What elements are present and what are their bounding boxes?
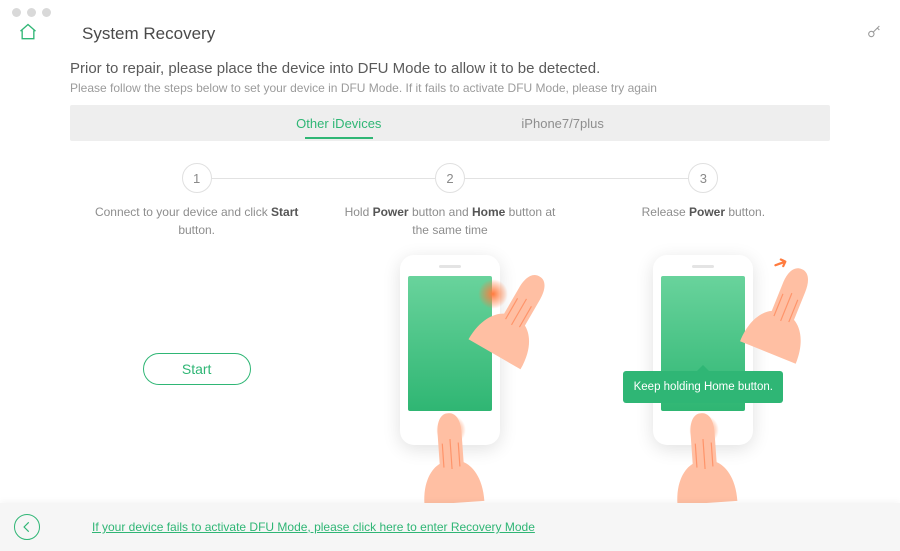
step-connector [212, 178, 435, 179]
back-button[interactable] [14, 514, 40, 540]
step-header-row: 1 Connect to your device and click Start… [70, 163, 830, 239]
sub-heading: Please follow the steps below to set you… [70, 81, 830, 95]
step-text-fragment: button. [178, 223, 215, 237]
illustration-step2 [360, 253, 540, 485]
step-text-fragment: Release [642, 205, 689, 219]
step-text-fragment: button. [725, 205, 765, 219]
step-text-fragment: button and [409, 205, 472, 219]
step-text-bold: Start [271, 205, 298, 219]
step-text-fragment: Connect to your device and click [95, 205, 271, 219]
step-text-bold: Power [373, 205, 409, 219]
step-text-1: Connect to your device and click Start b… [70, 203, 323, 239]
step-text-bold: Home [472, 205, 505, 219]
main-heading: Prior to repair, please place the device… [70, 60, 830, 77]
tab-iphone7[interactable]: iPhone7/7plus [521, 116, 603, 131]
footer: If your device fails to activate DFU Mod… [0, 503, 900, 551]
window-titlebar [0, 0, 900, 14]
topbar: System Recovery [0, 14, 900, 54]
step-circle-1: 1 [182, 163, 212, 193]
key-icon[interactable] [866, 24, 882, 45]
start-button[interactable]: Start [143, 353, 251, 385]
tab-strip: Other iDevices iPhone7/7plus [70, 105, 830, 141]
tooltip-keep-holding: Keep holding Home button. [623, 371, 783, 403]
step-text-2: Hold Power button and Home button at the… [323, 203, 576, 239]
tab-other-idevices[interactable]: Other iDevices [296, 116, 381, 131]
traffic-light-close[interactable] [12, 8, 21, 17]
step-connector [465, 178, 688, 179]
illustration-step3: ➜ Keep holding Home button. [613, 253, 793, 485]
traffic-light-zoom[interactable] [42, 8, 51, 17]
page-title: System Recovery [82, 24, 866, 44]
arrow-left-icon [20, 520, 34, 534]
step-text-fragment: Hold [345, 205, 373, 219]
home-icon[interactable] [18, 22, 38, 47]
step-circle-3: 3 [688, 163, 718, 193]
step-text-bold: Power [689, 205, 725, 219]
traffic-light-minimize[interactable] [27, 8, 36, 17]
step-circle-2: 2 [435, 163, 465, 193]
recovery-mode-link[interactable]: If your device fails to activate DFU Mod… [92, 520, 535, 534]
step-text-3: Release Power button. [577, 203, 830, 221]
